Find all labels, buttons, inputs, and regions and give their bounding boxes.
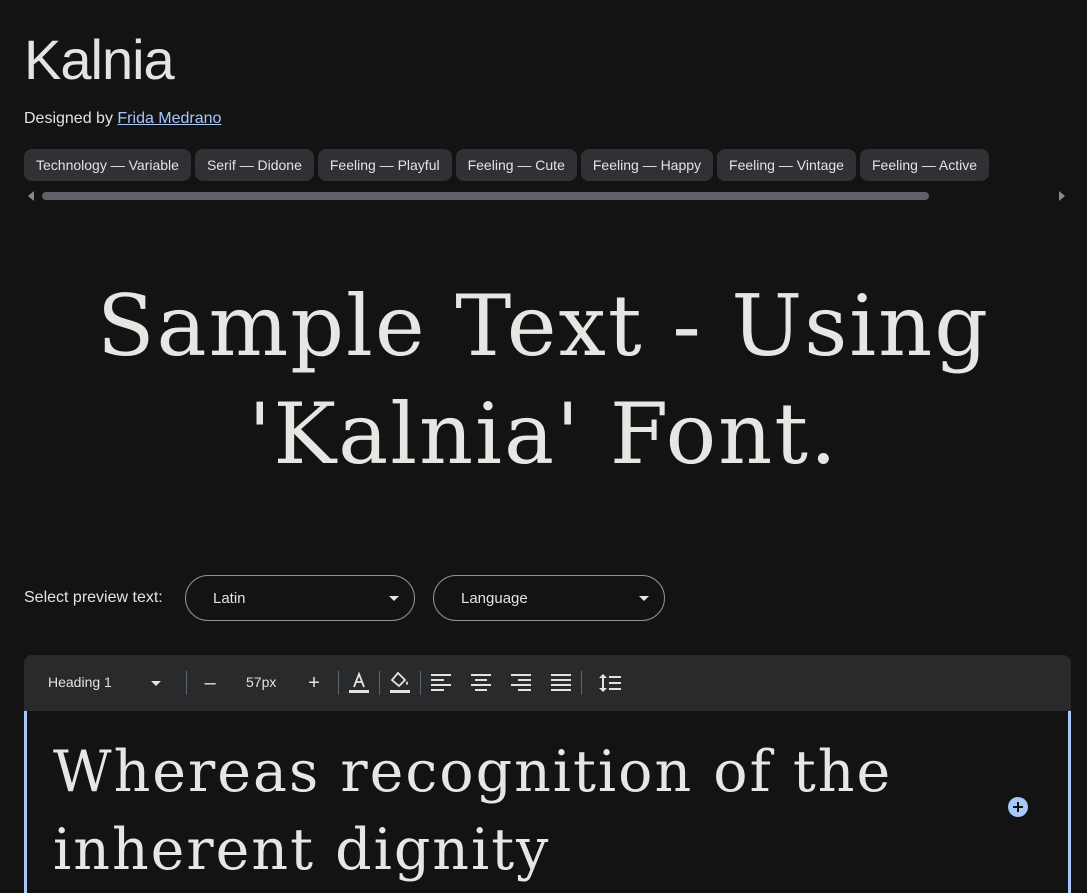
language-select[interactable]: Language [433, 575, 665, 621]
caret-down-icon [639, 596, 649, 601]
designed-by-label: Designed by [24, 110, 113, 127]
caret-down-icon [389, 596, 399, 601]
tag-chip[interactable]: Feeling — Happy [580, 149, 714, 181]
font-size-value[interactable]: 57px [246, 674, 276, 690]
toolbar-divider [338, 671, 339, 695]
horizontal-scrollbar[interactable] [42, 192, 929, 200]
caret-down-icon[interactable] [151, 681, 161, 686]
tag-list: Technology — Variable Serif — Didone Feeli… [24, 149, 1062, 181]
designer-link[interactable]: Frida Medrano [117, 110, 221, 127]
align-justify-icon[interactable] [547, 669, 575, 697]
hero-sample-text: Sample Text - Using 'Kalnia' Font. [0, 272, 1087, 488]
script-select[interactable]: Latin [185, 575, 415, 621]
designer-line: Designed by Frida Medrano [24, 110, 221, 128]
editor-toolbar: Heading 1 – 57px + [24, 655, 1071, 711]
tags-fade [1022, 149, 1062, 181]
align-left-icon[interactable] [427, 669, 455, 697]
preview-text-label: Select preview text: [24, 589, 163, 606]
tag-chip[interactable]: Serif — Didone [194, 149, 314, 181]
tag-chip[interactable]: Feeling — Vintage [717, 149, 856, 181]
tag-chip[interactable]: Feeling — Cute [455, 149, 577, 181]
tag-chip[interactable]: Feeling — Active [859, 149, 990, 181]
tag-chip[interactable]: Feeling — Playful [317, 149, 452, 181]
preview-editor[interactable]: Whereas recognition of the inherent dign… [24, 711, 1071, 893]
hero-line-1: Sample Text - Using [96, 277, 991, 375]
decrease-size-button[interactable]: – [196, 669, 224, 697]
align-center-icon[interactable] [467, 669, 495, 697]
script-select-value: Latin [213, 590, 246, 607]
scroll-right-arrow-icon[interactable] [1059, 191, 1065, 201]
toolbar-divider [581, 671, 582, 695]
line-height-icon[interactable] [596, 669, 624, 697]
text-color-icon[interactable] [345, 669, 373, 697]
scroll-left-arrow-icon[interactable] [28, 191, 34, 201]
fill-color-icon[interactable] [386, 669, 414, 697]
toolbar-divider [186, 671, 187, 695]
toolbar-divider [379, 671, 380, 695]
editor-text[interactable]: Whereas recognition of the inherent dign… [53, 733, 953, 889]
add-icon[interactable] [1008, 797, 1028, 817]
font-title: Kalnia [24, 28, 175, 91]
text-style-select[interactable]: Heading 1 [48, 674, 112, 690]
language-select-value: Language [461, 590, 528, 607]
toolbar-divider [420, 671, 421, 695]
align-right-icon[interactable] [507, 669, 535, 697]
font-page: Kalnia Designed by Frida Medrano Technol… [0, 0, 1087, 893]
hero-line-2: 'Kalnia' Font. [248, 385, 839, 483]
tag-chip[interactable]: Technology — Variable [24, 149, 191, 181]
increase-size-button[interactable]: + [300, 669, 328, 697]
